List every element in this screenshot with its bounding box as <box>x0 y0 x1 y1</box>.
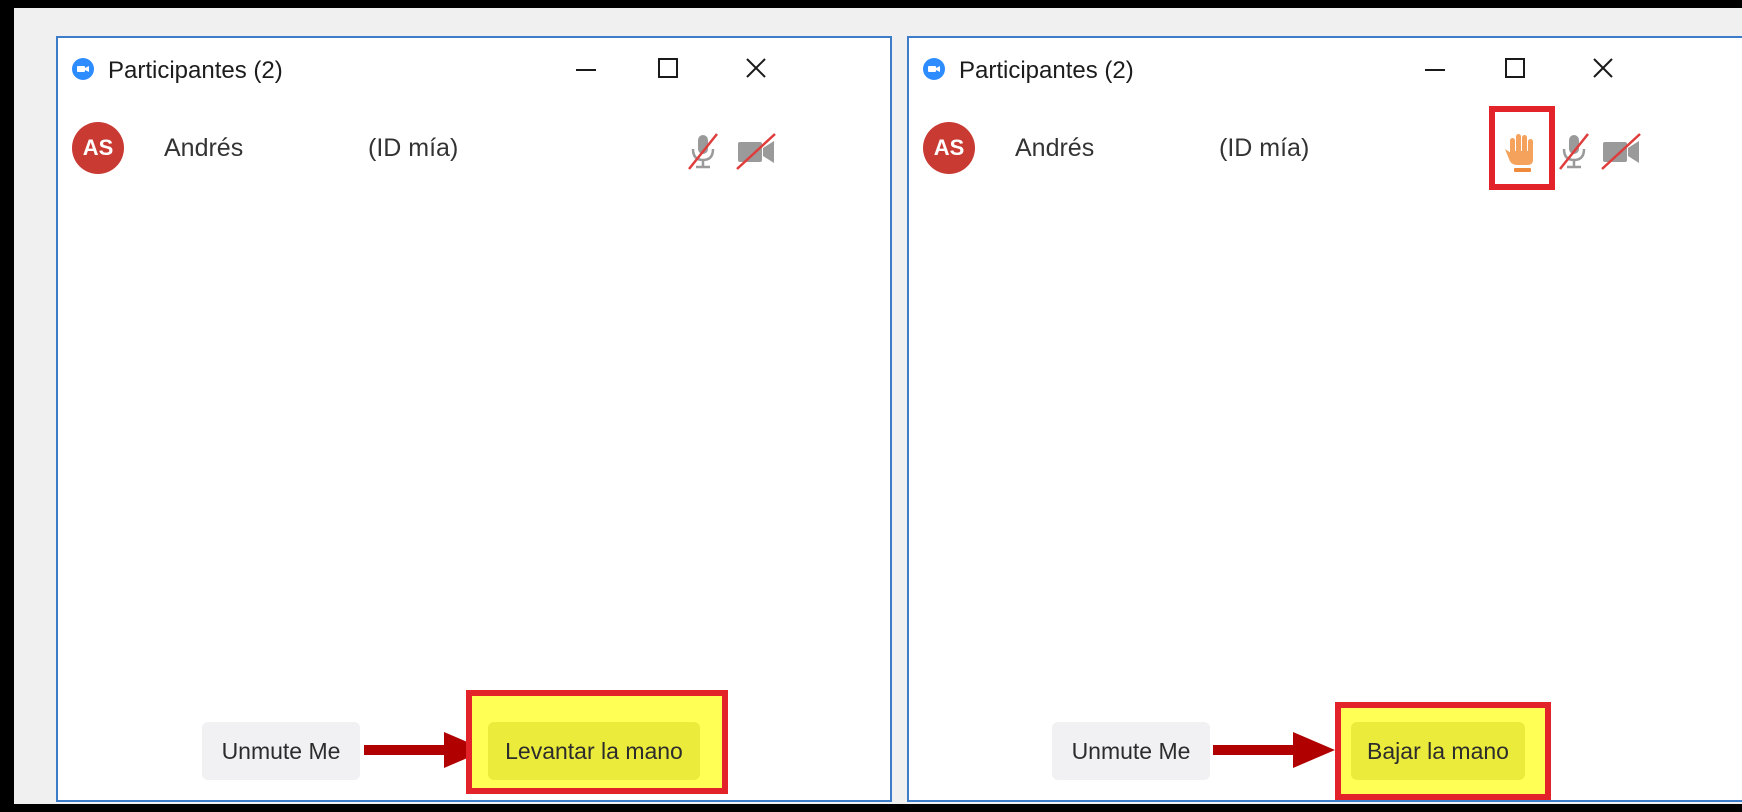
video-off-icon[interactable] <box>734 132 778 175</box>
unmute-me-button[interactable]: Unmute Me <box>1052 722 1210 780</box>
avatar: AS <box>923 122 975 174</box>
maximize-icon[interactable] <box>1495 48 1535 88</box>
zoom-logo-icon <box>72 58 94 85</box>
mic-muted-icon[interactable] <box>686 132 720 175</box>
minimize-icon[interactable] <box>1415 48 1455 88</box>
participant-row[interactable]: AS Andrés (ID mía) <box>58 122 890 182</box>
raise-hand-button[interactable]: Levantar la mano <box>488 722 700 780</box>
title-bar: Participantes (2) <box>58 38 890 98</box>
arrow-right-icon <box>1211 730 1337 775</box>
participant-tag: (ID mía) <box>1219 134 1310 162</box>
window-title: Participantes (2) <box>959 57 1134 84</box>
minimize-icon[interactable] <box>566 48 606 88</box>
zoom-logo-icon <box>923 58 945 85</box>
participant-tag: (ID mía) <box>368 134 459 162</box>
unmute-me-button[interactable]: Unmute Me <box>202 722 360 780</box>
title-bar: Participantes (2) <box>909 38 1742 98</box>
avatar: AS <box>72 122 124 174</box>
raised-hand-icon[interactable] <box>1503 132 1541 179</box>
window-title: Participantes (2) <box>108 57 283 84</box>
close-icon[interactable] <box>736 48 776 88</box>
participants-window-after: Participantes (2) AS Andrés (ID mía) Unm… <box>907 36 1742 802</box>
participant-name: Andrés <box>1015 134 1095 162</box>
screenshot-frame: Participantes (2) AS Andrés (ID mía) Unm… <box>0 0 1742 812</box>
video-off-icon[interactable] <box>1599 132 1643 175</box>
maximize-icon[interactable] <box>648 48 688 88</box>
lower-hand-button[interactable]: Bajar la mano <box>1351 722 1525 780</box>
participant-row[interactable]: AS Andrés (ID mía) <box>909 106 1742 190</box>
close-icon[interactable] <box>1583 48 1623 88</box>
participant-name: Andrés <box>164 134 244 162</box>
mic-muted-icon[interactable] <box>1557 132 1591 175</box>
participants-window-before: Participantes (2) AS Andrés (ID mía) Unm… <box>56 36 892 802</box>
